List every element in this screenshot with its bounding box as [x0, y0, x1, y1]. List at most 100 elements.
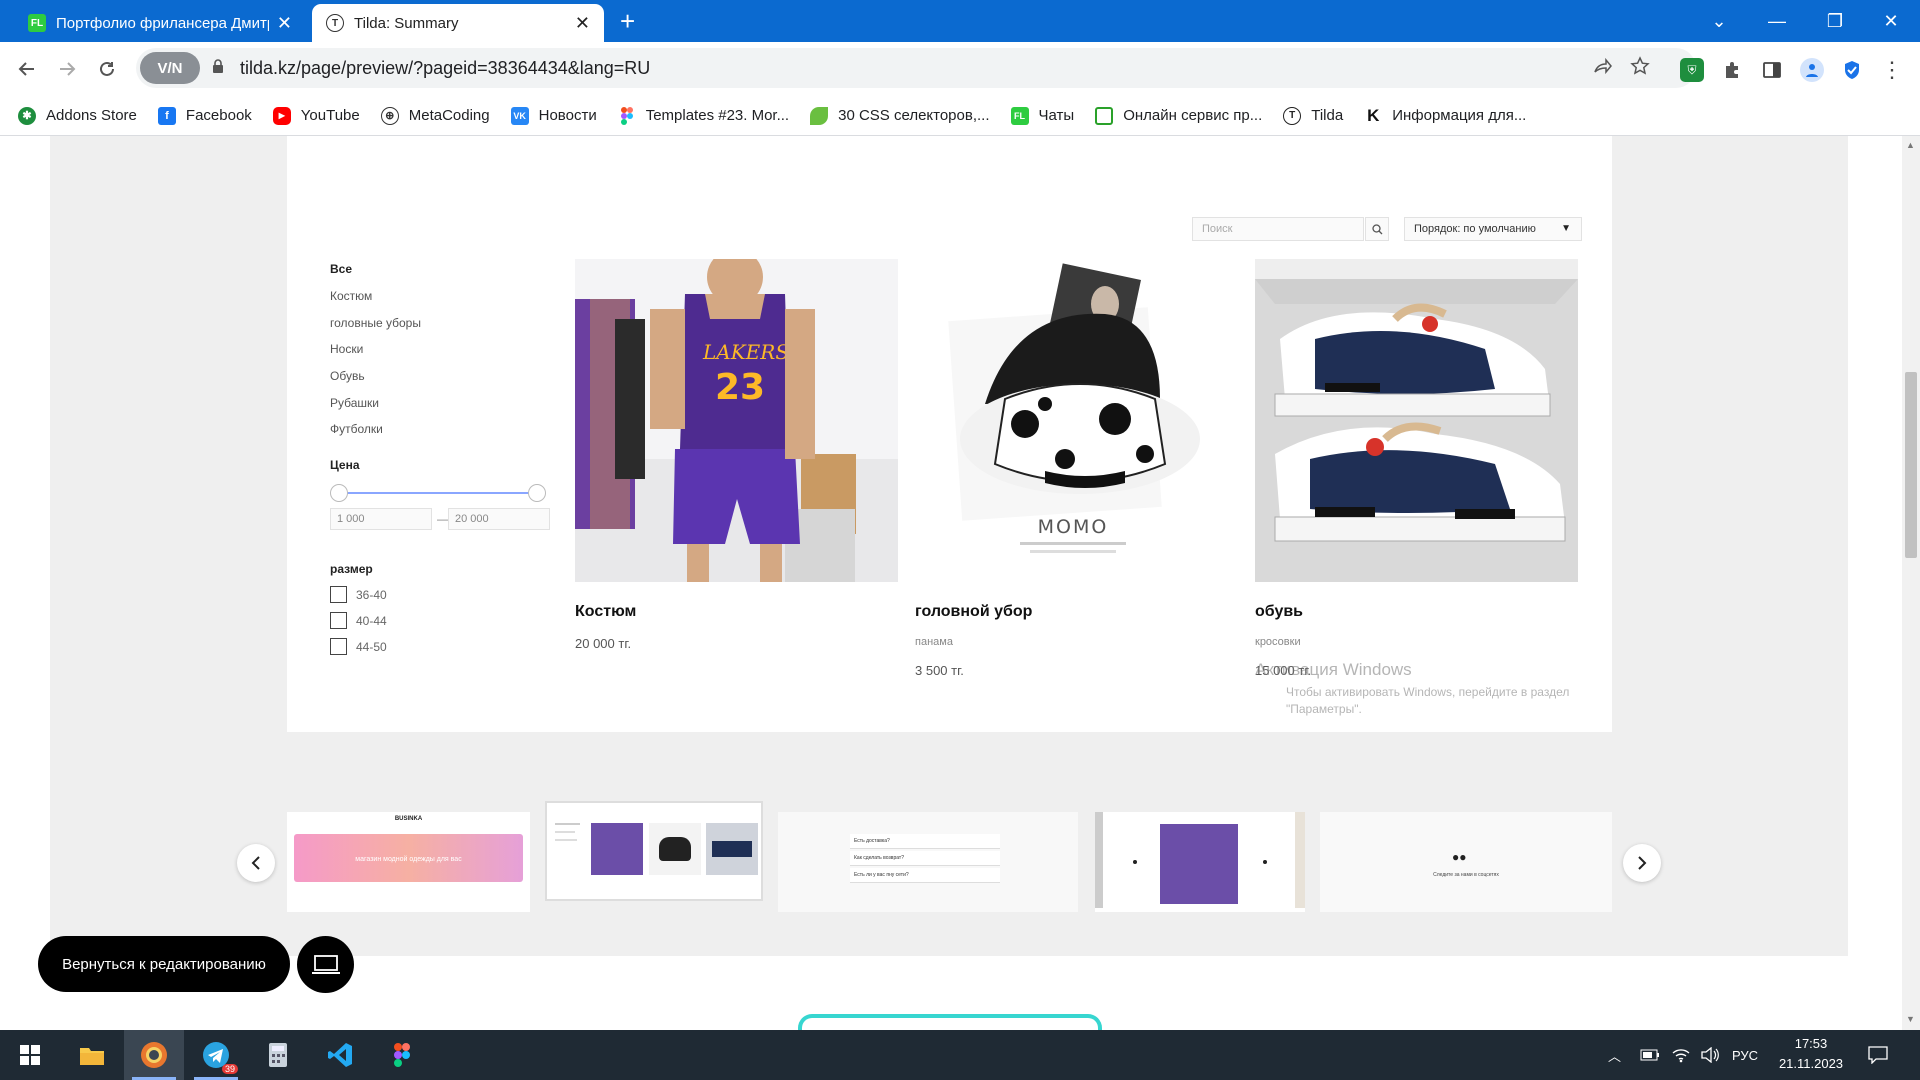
close-tab-icon[interactable]: ✕ [575, 13, 590, 34]
bookmark-star-icon[interactable] [1630, 56, 1650, 82]
sort-dropdown[interactable]: Порядок: по умолчанию ▼ [1404, 217, 1582, 241]
tilda-icon: T [1283, 106, 1302, 125]
page-thumbnail-social[interactable]: ●● Следите за нами в соцсетях [1320, 812, 1612, 912]
browser-tab-strip: FL Портфолио фрилансера Дмитр ✕ T Tilda:… [0, 0, 1920, 42]
bookmark-addons-store[interactable]: ✱ Addons Store [18, 106, 137, 125]
size-label: 44-50 [356, 640, 387, 654]
profile-avatar-icon[interactable] [1800, 58, 1824, 82]
page-thumbnail-store-current[interactable] [545, 801, 763, 901]
url-text[interactable]: tilda.kz/page/preview/?pageid=38364434&l… [240, 58, 650, 79]
product-image-hat[interactable]: MOMO [915, 259, 1238, 582]
thumbnail-banner-text: магазин модной одежды для вас [355, 856, 462, 863]
file-explorer-icon[interactable] [62, 1030, 122, 1080]
category-shirts[interactable]: Рубашки [330, 396, 379, 410]
product-title[interactable]: головной убор [915, 603, 1032, 621]
price-max-input[interactable]: 20 000 [448, 508, 550, 530]
page-scrollbar[interactable]: ▲ ▼ [1902, 136, 1920, 1030]
bookmark-youtube[interactable]: ▶ YouTube [272, 106, 360, 125]
page-thumbnail-gallery[interactable] [1095, 812, 1305, 912]
price-slider-min-handle[interactable] [330, 484, 348, 502]
size-checkbox[interactable] [330, 638, 347, 655]
price-slider-max-handle[interactable] [528, 484, 546, 502]
adblock-extension-icon[interactable]: ⛨ [1680, 58, 1704, 82]
close-tab-icon[interactable]: ✕ [277, 13, 292, 34]
battery-icon[interactable] [1640, 1030, 1660, 1080]
bookmark-online-service[interactable]: Онлайн сервис пр... [1095, 106, 1262, 125]
address-bar[interactable]: V/N tilda.kz/page/preview/?pageid=383644… [136, 48, 1696, 88]
metacoding-icon: ⊕ [380, 106, 399, 125]
vk-icon: VK [510, 106, 529, 125]
thumbnail-brand: BUSINKA [394, 816, 423, 822]
close-window-button[interactable]: ✕ [1862, 0, 1920, 42]
k-icon: K [1367, 105, 1380, 125]
shield-extension-icon[interactable] [1840, 58, 1864, 82]
price-slider-track[interactable] [339, 492, 539, 494]
windows-start-icon[interactable] [0, 1030, 60, 1080]
share-icon[interactable] [1592, 56, 1612, 82]
scroll-down-arrow-icon[interactable]: ▼ [1906, 1014, 1915, 1024]
tab-portfolio[interactable]: FL Портфолио фрилансера Дмитр ✕ [14, 4, 306, 42]
back-to-editing-button[interactable]: Вернуться к редактированию [38, 936, 290, 992]
extensions-puzzle-icon[interactable] [1720, 58, 1744, 82]
taskbar-clock[interactable]: 17:53 21.11.2023 [1768, 1034, 1854, 1074]
volume-icon[interactable] [1700, 1030, 1720, 1080]
product-title[interactable]: обувь [1255, 603, 1303, 621]
bookmark-vk-news[interactable]: VK Новости [510, 106, 597, 125]
bookmark-metacoding[interactable]: ⊕ MetaCoding [380, 106, 490, 125]
new-tab-button[interactable]: + [620, 8, 635, 34]
bookmark-figma-templates[interactable]: Templates #23. Mor... [618, 106, 789, 125]
size-checkbox[interactable] [330, 612, 347, 629]
category-tshirts[interactable]: Футболки [330, 422, 383, 436]
bookmark-facebook[interactable]: f Facebook [157, 106, 252, 125]
reload-icon[interactable] [92, 54, 122, 84]
store-block: Поиск Порядок: по умолчанию ▼ Все Костюм… [287, 136, 1612, 732]
menu-kebab-icon[interactable]: ⋮ [1880, 57, 1904, 82]
wifi-icon[interactable] [1672, 1030, 1690, 1080]
bookmark-info[interactable]: K Информация для... [1364, 105, 1526, 125]
figma-icon [618, 106, 636, 125]
restore-button[interactable]: ❐ [1806, 0, 1864, 42]
bookmark-css-selectors[interactable]: 30 CSS селекторов,... [810, 106, 990, 125]
calculator-icon[interactable] [248, 1030, 308, 1080]
language-indicator[interactable]: РУС [1732, 1030, 1758, 1080]
tab-tilda-summary[interactable]: T Tilda: Summary ✕ [312, 4, 604, 42]
category-shoes[interactable]: Обувь [330, 369, 365, 383]
product-image-shoes[interactable] [1255, 259, 1578, 582]
category-all[interactable]: Все [330, 262, 352, 276]
vscode-icon[interactable] [310, 1030, 370, 1080]
back-arrow-icon[interactable] [12, 54, 42, 84]
clock-date: 21.11.2023 [1778, 1056, 1844, 1071]
thumbnails-next-button[interactable] [1623, 844, 1661, 882]
category-suit[interactable]: Костюм [330, 289, 372, 303]
size-label: 40-44 [356, 614, 387, 628]
scroll-up-arrow-icon[interactable]: ▲ [1906, 140, 1915, 150]
tab-search-icon[interactable]: ⌄ [1690, 0, 1748, 42]
price-min-input[interactable]: 1 000 [330, 508, 432, 530]
category-socks[interactable]: Носки [330, 342, 363, 356]
product-image-suit[interactable]: LAKERS 23 [575, 259, 898, 582]
search-input[interactable]: Поиск [1192, 217, 1364, 241]
telegram-icon[interactable]: 39 [186, 1030, 246, 1080]
bookmark-fl-chats[interactable]: FL Чаты [1010, 106, 1074, 125]
device-preview-button[interactable] [297, 936, 354, 993]
product-title[interactable]: Костюм [575, 603, 636, 621]
scroll-thumb[interactable] [1905, 372, 1917, 558]
browser-taskbar-icon[interactable] [124, 1030, 184, 1080]
bookmark-tilda[interactable]: T Tilda [1283, 106, 1343, 125]
lock-icon[interactable] [212, 59, 224, 76]
forward-arrow-icon[interactable] [52, 54, 82, 84]
tray-chevron-icon[interactable]: ︿ [1608, 1030, 1621, 1080]
vpn-button[interactable]: V/N [140, 52, 200, 84]
notifications-icon[interactable] [1868, 1030, 1888, 1080]
svg-text:LAKERS: LAKERS [702, 340, 789, 364]
search-icon[interactable] [1365, 217, 1389, 241]
side-panel-icon[interactable] [1760, 58, 1784, 82]
thumbnails-prev-button[interactable] [237, 844, 275, 882]
minimize-button[interactable]: — [1748, 0, 1806, 42]
size-checkbox[interactable] [330, 586, 347, 603]
page-thumbnail-banner[interactable]: BUSINKA магазин модной одежды для вас [287, 812, 530, 912]
figma-taskbar-icon[interactable] [372, 1030, 432, 1080]
page-thumbnail-faq[interactable]: Есть доставка? Как сделать возврат? Есть… [778, 812, 1078, 912]
social-icons: ●● [1452, 850, 1467, 864]
category-headwear[interactable]: головные уборы [330, 316, 421, 330]
